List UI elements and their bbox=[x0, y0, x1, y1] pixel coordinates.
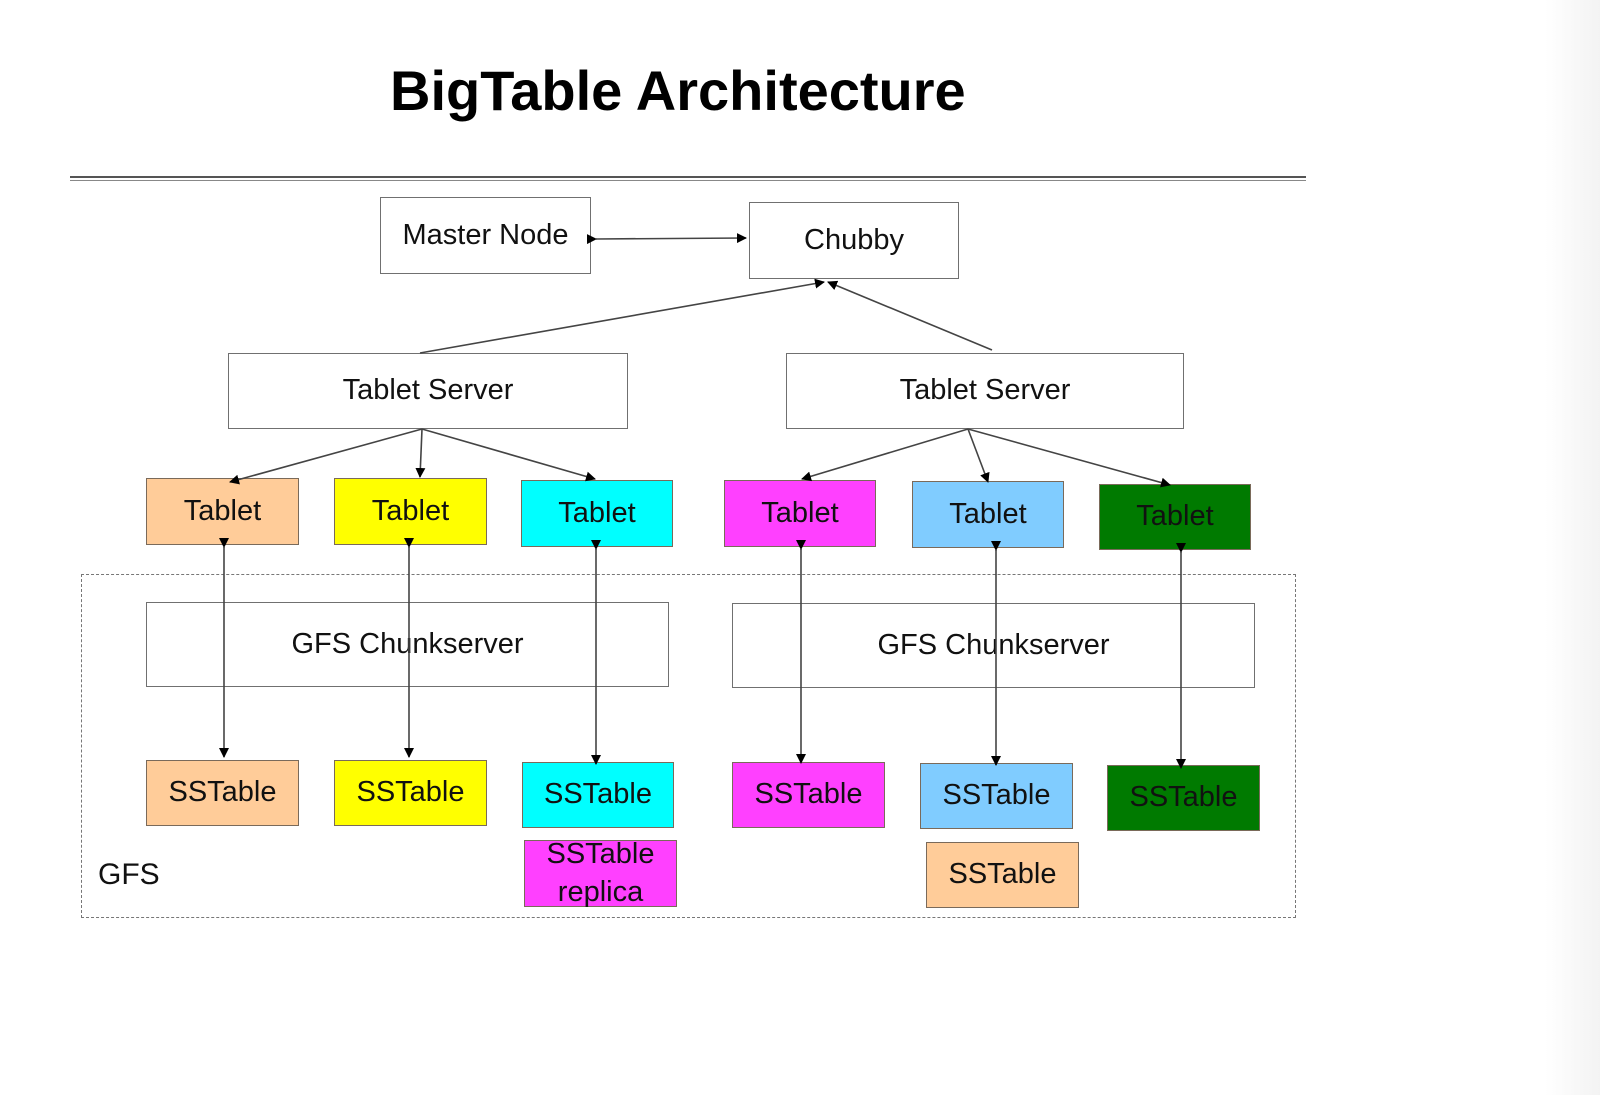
page-title: BigTable Architecture bbox=[390, 59, 966, 122]
arrow-server-tablet-4 bbox=[801, 428, 969, 482]
title-divider bbox=[70, 176, 1306, 178]
arrow-right-server-chubby bbox=[827, 280, 993, 351]
sstable-2: SSTable bbox=[334, 760, 487, 826]
sstable-extra: SSTable bbox=[926, 842, 1079, 908]
sstable-6: SSTable bbox=[1107, 765, 1260, 831]
tablet-2: Tablet bbox=[334, 478, 487, 545]
tablet-4: Tablet bbox=[724, 480, 876, 547]
sstable-5: SSTable bbox=[920, 763, 1073, 829]
arrow-server-tablet-3 bbox=[421, 428, 596, 482]
tablet-3: Tablet bbox=[521, 480, 673, 547]
tablet-5: Tablet bbox=[912, 481, 1064, 548]
tablet-6: Tablet bbox=[1099, 484, 1251, 550]
arrow-master-chubby bbox=[586, 233, 747, 245]
sstable-4: SSTable bbox=[732, 762, 885, 828]
sstable-3: SSTable bbox=[522, 762, 674, 828]
arrow-server-tablet-1 bbox=[229, 428, 423, 485]
arrow-server-tablet-6 bbox=[967, 428, 1171, 488]
gfs-chunkserver-left: GFS Chunkserver bbox=[146, 602, 669, 687]
master-node: Master Node bbox=[380, 197, 591, 274]
sstable-1: SSTable bbox=[146, 760, 299, 826]
sstable-replica: SSTable replica bbox=[524, 838, 677, 908]
tablet-server-left: Tablet Server bbox=[228, 353, 628, 429]
arrow-server-tablet-2 bbox=[415, 428, 426, 478]
arrow-server-tablet-5 bbox=[967, 428, 990, 483]
tablet-server-right: Tablet Server bbox=[786, 353, 1184, 429]
chubby-node: Chubby bbox=[749, 202, 959, 279]
arrow-left-server-chubby bbox=[419, 278, 825, 354]
title-divider-secondary bbox=[70, 180, 1306, 181]
gfs-label: GFS bbox=[98, 858, 160, 891]
connector-arrows bbox=[219, 233, 1186, 769]
gfs-chunkserver-right: GFS Chunkserver bbox=[732, 603, 1255, 688]
tablet-1: Tablet bbox=[146, 478, 299, 545]
